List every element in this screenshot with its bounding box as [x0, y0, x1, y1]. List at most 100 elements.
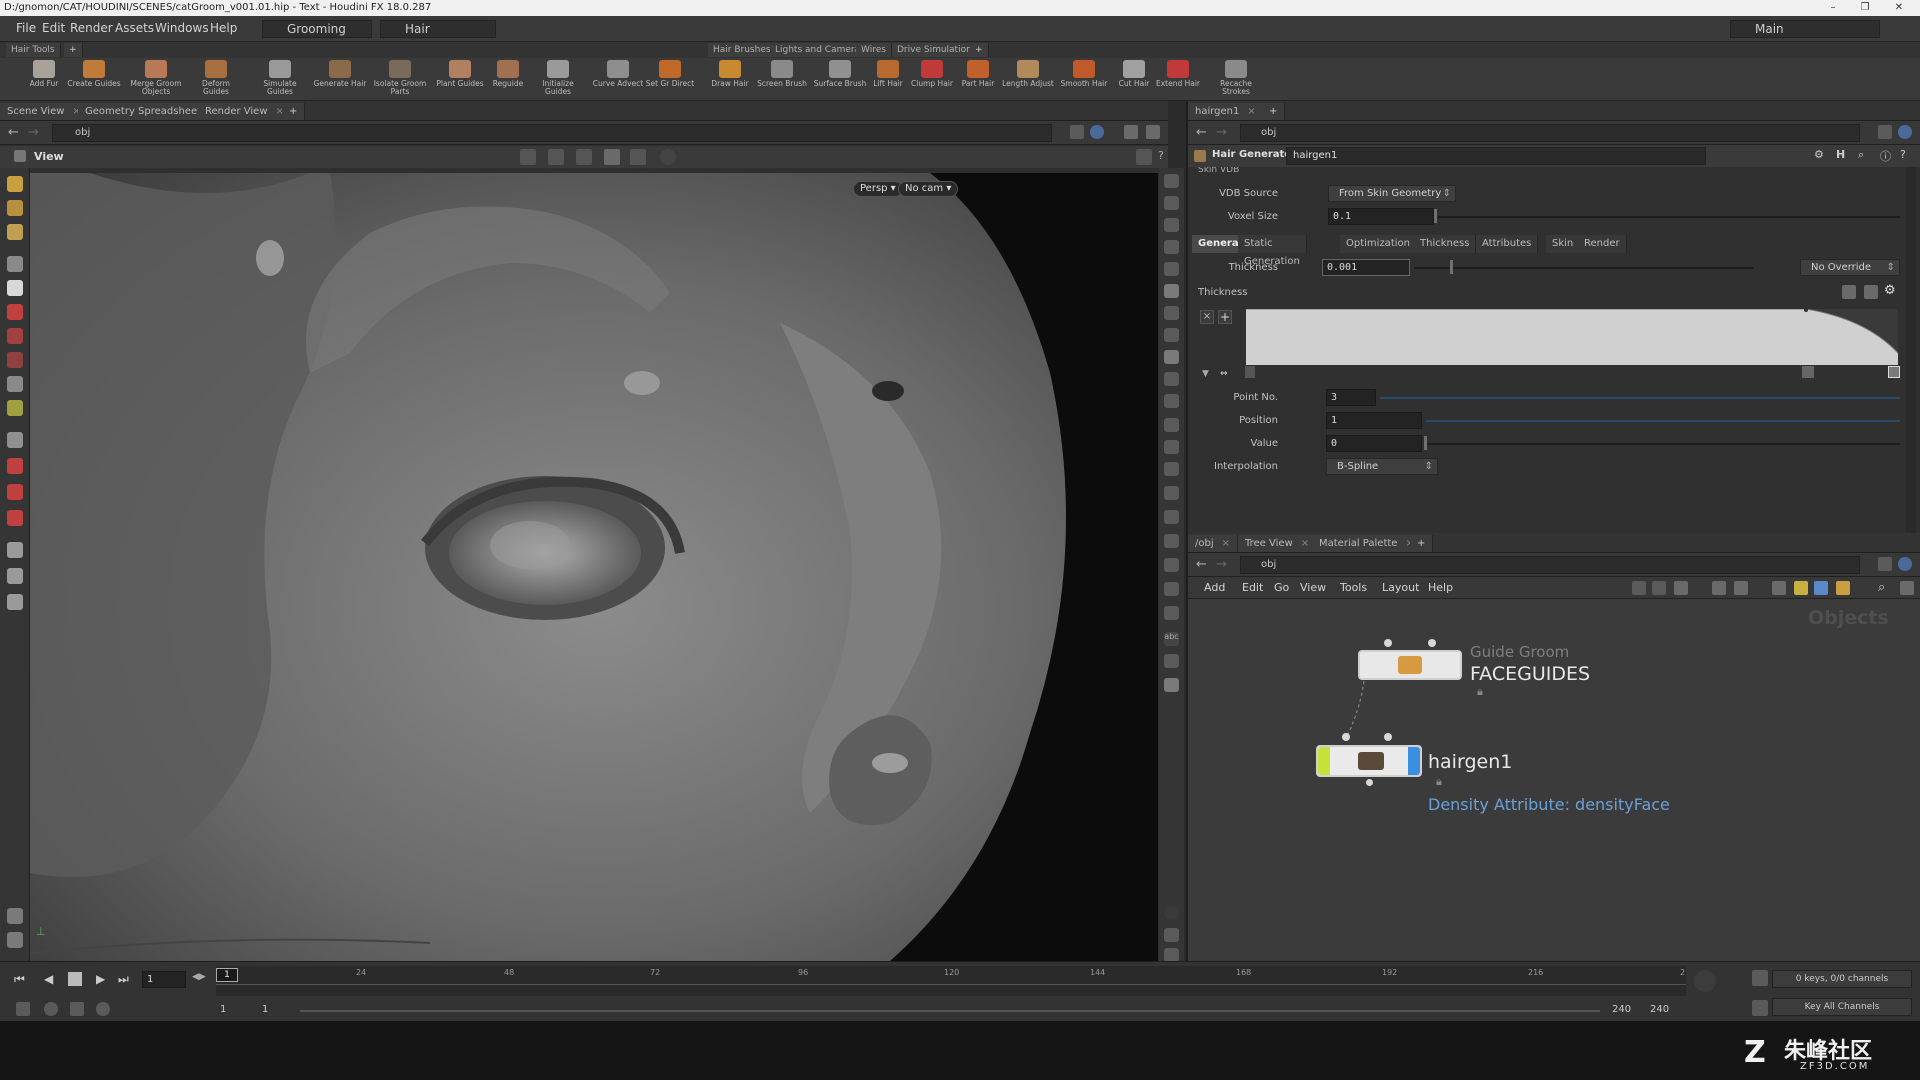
- tool-initialize-guides[interactable]: Initialize Guides: [530, 60, 586, 96]
- tool-merge-groom[interactable]: Merge Groom Objects: [128, 60, 184, 96]
- camera-menu[interactable]: No cam ▾: [898, 181, 959, 197]
- color-palette-icon[interactable]: [1814, 581, 1828, 595]
- fps-icon[interactable]: [96, 1002, 110, 1016]
- tab-render[interactable]: Render: [1578, 235, 1627, 253]
- maximize-icon[interactable]: [1900, 581, 1914, 595]
- hull-icon[interactable]: [1164, 582, 1179, 596]
- pin-view-icon[interactable]: [1164, 328, 1179, 342]
- guide-magnet-icon[interactable]: [7, 510, 23, 526]
- image-icon[interactable]: [1164, 654, 1179, 668]
- network-path-field[interactable]: obj: [1240, 556, 1860, 574]
- thickness-slider[interactable]: [1414, 267, 1754, 269]
- forward-arrow-icon[interactable]: →: [1216, 557, 1227, 572]
- tree-icon[interactable]: [1652, 581, 1666, 595]
- display-opt-icon[interactable]: [1164, 174, 1179, 188]
- info-icon[interactable]: [1164, 906, 1179, 920]
- light-icon[interactable]: [7, 568, 23, 584]
- sticky-note-icon[interactable]: [1794, 581, 1808, 595]
- brush-icon[interactable]: [7, 200, 23, 216]
- template-icon[interactable]: [1164, 606, 1179, 620]
- tool-deform-guides[interactable]: Deform Guides: [188, 60, 244, 96]
- point-no-field[interactable]: 3: [1326, 389, 1376, 406]
- maximize-pane-icon[interactable]: [1146, 125, 1160, 139]
- position-field[interactable]: 1: [1326, 412, 1422, 429]
- jump-start-icon[interactable]: ⏮: [14, 972, 25, 987]
- snap-icon[interactable]: [604, 149, 620, 165]
- node1-input-dot[interactable]: [1384, 639, 1392, 647]
- voxel-size-field[interactable]: 0.1: [1328, 208, 1434, 225]
- frame-field[interactable]: 1: [142, 971, 186, 988]
- help-icon[interactable]: ?: [1158, 149, 1168, 165]
- jump-end-icon[interactable]: ⏭: [118, 972, 129, 987]
- tool-recache-strokes[interactable]: Recache Strokes: [1208, 60, 1264, 96]
- ramp-key-mid[interactable]: [1802, 366, 1814, 378]
- shading-icon[interactable]: [1164, 262, 1179, 276]
- node1-input-dot-2[interactable]: [1428, 639, 1436, 647]
- close-icon[interactable]: ✕: [1886, 0, 1912, 16]
- numbers-icon[interactable]: [1164, 462, 1179, 476]
- shelf-tab-drive-sim[interactable]: Drive Simulation: [892, 43, 978, 57]
- move-icon[interactable]: [7, 304, 23, 320]
- restore-icon[interactable]: ❐: [1852, 0, 1878, 16]
- playback-end-value[interactable]: 240: [1612, 1004, 1631, 1015]
- view-layout-icon[interactable]: [1164, 928, 1179, 942]
- camera-icon[interactable]: [7, 542, 23, 558]
- network-editor[interactable]: Objects Guide Groom FACEGUIDES 🔒︎ hairge…: [1188, 599, 1920, 961]
- frame-icon[interactable]: [1164, 372, 1179, 386]
- help-icon[interactable]: ?: [1900, 148, 1916, 164]
- select-tool-icon[interactable]: [520, 149, 536, 165]
- thickness-ramp[interactable]: [1246, 309, 1898, 365]
- node2-input-dot[interactable]: [1342, 733, 1350, 741]
- wire-icon[interactable]: [1164, 240, 1179, 254]
- add-network-tab-icon[interactable]: +: [1410, 535, 1434, 552]
- back-arrow-icon[interactable]: ←: [8, 125, 19, 140]
- net-menu-view[interactable]: View: [1300, 581, 1326, 594]
- shelf-tab-hair-tools[interactable]: Hair Tools: [6, 43, 61, 57]
- stop-icon[interactable]: [68, 972, 82, 986]
- node-faceguides[interactable]: [1358, 650, 1462, 680]
- param-path-field[interactable]: obj: [1240, 124, 1860, 142]
- points-icon[interactable]: [1164, 418, 1179, 432]
- hda-icon[interactable]: H: [1836, 148, 1852, 164]
- shape-palette-icon[interactable]: [1836, 581, 1850, 595]
- current-frame-marker[interactable]: 1: [216, 968, 238, 982]
- scale-icon[interactable]: [7, 352, 23, 368]
- play-reverse-icon[interactable]: ◀: [44, 972, 53, 986]
- normals-icon[interactable]: [1164, 440, 1179, 454]
- menu-help[interactable]: Help: [210, 21, 237, 35]
- lock-icon[interactable]: [1164, 218, 1179, 232]
- visibility-icon[interactable]: [660, 149, 676, 165]
- range-end-value[interactable]: 240: [1650, 1004, 1669, 1015]
- network-box-icon[interactable]: [1772, 581, 1786, 595]
- step-icon[interactable]: ◀▶: [192, 972, 206, 982]
- tab-skin[interactable]: Skin: [1546, 235, 1581, 253]
- home-icon[interactable]: [1164, 350, 1179, 364]
- key-icon[interactable]: [1752, 970, 1768, 986]
- prim-icon[interactable]: [1164, 486, 1179, 500]
- tab-obj[interactable]: /obj ×: [1188, 535, 1239, 552]
- link-icon[interactable]: [1898, 125, 1912, 139]
- ramp-key-start[interactable]: [1245, 366, 1255, 378]
- tool-draw-hair[interactable]: Draw Hair: [702, 60, 758, 88]
- ramp-key-end[interactable]: [1888, 366, 1900, 378]
- add-param-tab-icon[interactable]: +: [1262, 103, 1286, 120]
- list-icon[interactable]: [1674, 581, 1688, 595]
- keys-info[interactable]: 0 keys, 0/0 channels: [1772, 970, 1912, 988]
- tool-set-direction[interactable]: Set Gr Direct: [642, 60, 698, 88]
- value-slider[interactable]: [1426, 443, 1900, 445]
- net-menu-add[interactable]: Add: [1204, 581, 1225, 594]
- search-icon[interactable]: ⌕: [1858, 148, 1874, 164]
- vertex-icon[interactable]: [1164, 510, 1179, 524]
- pin-icon[interactable]: [1878, 557, 1892, 571]
- add-pane-tab-icon[interactable]: +: [282, 103, 306, 120]
- rotate-icon[interactable]: [7, 328, 23, 344]
- select-icon[interactable]: [7, 176, 23, 192]
- node-hairgen1[interactable]: [1316, 745, 1422, 777]
- node2-input-dot-2[interactable]: [1384, 733, 1392, 741]
- key-all-channels-button[interactable]: Key All Channels: [1772, 998, 1912, 1016]
- lighting-icon[interactable]: [1164, 284, 1179, 298]
- flipbook-icon[interactable]: [7, 932, 23, 948]
- position-slider[interactable]: [1426, 420, 1900, 422]
- edge-icon[interactable]: [1164, 534, 1179, 548]
- close-tab-icon[interactable]: ×: [1301, 538, 1309, 549]
